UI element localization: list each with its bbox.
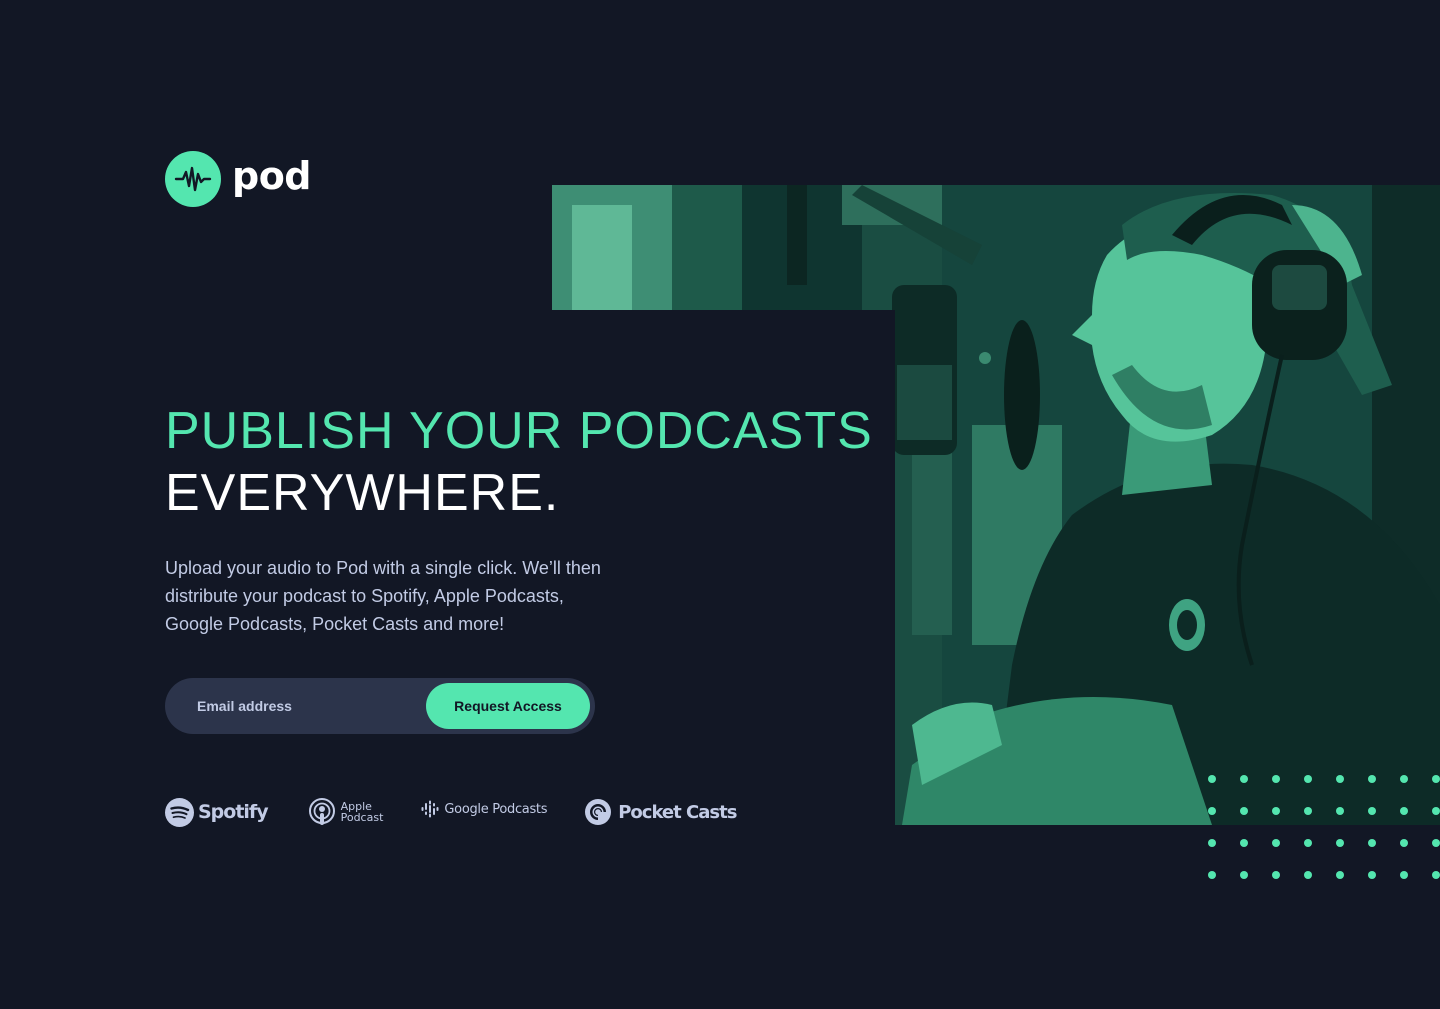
pocket-casts-logo: Pocket Casts: [585, 799, 737, 825]
apple-podcasts-icon: [308, 798, 335, 825]
google-podcasts-icon: [421, 800, 439, 818]
google-podcasts-logo: Google Podcasts: [421, 800, 548, 818]
platform-logos: Spotify Apple Podcast Google Podcasts Po…: [165, 795, 737, 829]
spotify-label: Spotify: [198, 801, 269, 823]
apple-label-line2: Podcast: [340, 811, 384, 824]
email-field[interactable]: [165, 678, 425, 734]
waveform-icon: [165, 151, 221, 207]
spotify-logo: Spotify: [165, 797, 269, 827]
decorative-dots: [1208, 775, 1440, 879]
apple-podcasts-logo: Apple Podcast: [308, 797, 384, 827]
hero-description: Upload your audio to Pod with a single c…: [165, 558, 601, 634]
signup-form: Request Access: [165, 678, 595, 734]
logo-text: pod: [232, 154, 312, 198]
headline-line-white: EVERYWHERE.: [165, 464, 560, 522]
spotify-icon: [165, 797, 194, 827]
pocket-casts-icon: [585, 799, 612, 825]
google-podcasts-label: Google Podcasts: [444, 801, 548, 817]
logo[interactable]: pod: [165, 151, 312, 207]
apple-podcasts-label: Apple Podcast: [341, 801, 384, 823]
request-access-button[interactable]: Request Access: [426, 683, 590, 729]
headline-line-accent: PUBLISH YOUR PODCASTS: [165, 402, 873, 460]
landing-page: pod PUBLISH YOUR PODCASTS EVERYWHERE. Up…: [0, 0, 1440, 1009]
hero-photo: [895, 185, 1440, 825]
hero-headline: PUBLISH YOUR PODCASTS EVERYWHERE.: [165, 400, 873, 524]
pocket-casts-label: Pocket Casts: [618, 801, 737, 823]
